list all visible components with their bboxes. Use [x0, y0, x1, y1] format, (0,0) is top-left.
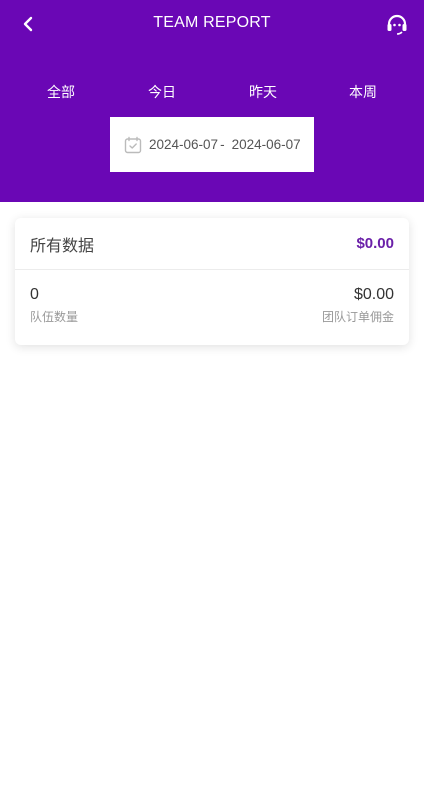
tab-today[interactable]: 今日 — [132, 82, 192, 102]
summary-title: 所有数据 — [30, 237, 95, 255]
summary-card-body: 0 队伍数量 $0.00 团队订单佣金 — [15, 270, 409, 344]
tab-this-week[interactable]: 本周 — [333, 82, 393, 102]
summary-card: 所有数据 $0.00 0 队伍数量 $0.00 团队订单佣金 — [15, 218, 409, 345]
tab-yesterday[interactable]: 昨天 — [233, 82, 293, 102]
headset-icon — [387, 14, 407, 35]
support-button[interactable] — [384, 10, 410, 38]
team-count-label: 队伍数量 — [30, 310, 79, 324]
summary-card-header: 所有数据 $0.00 — [15, 218, 409, 270]
start-date: 2024-06-07 — [149, 137, 219, 152]
commission-stat: $0.00 团队订单佣金 — [322, 286, 394, 325]
commission-label: 团队订单佣金 — [321, 310, 394, 324]
calendar-check-icon — [124, 136, 142, 154]
end-date: 2024-06-07 — [231, 137, 301, 152]
tab-all[interactable]: 全部 — [31, 82, 91, 102]
date-separator: - — [220, 137, 225, 152]
header-bar: TEAM REPORT 全部 今日 昨天 本周 2024-06-07 - 202… — [0, 0, 424, 202]
team-count-value: 0 — [30, 286, 39, 303]
period-tabs: 全部 今日 昨天 本周 — [0, 82, 424, 102]
commission-value: $0.00 — [353, 286, 394, 303]
page-title: TEAM REPORT — [153, 14, 271, 31]
team-count-stat: 0 队伍数量 — [30, 286, 78, 325]
date-range-picker[interactable]: 2024-06-07 - 2024-06-07 — [110, 117, 314, 172]
summary-total: $0.00 — [356, 235, 394, 252]
